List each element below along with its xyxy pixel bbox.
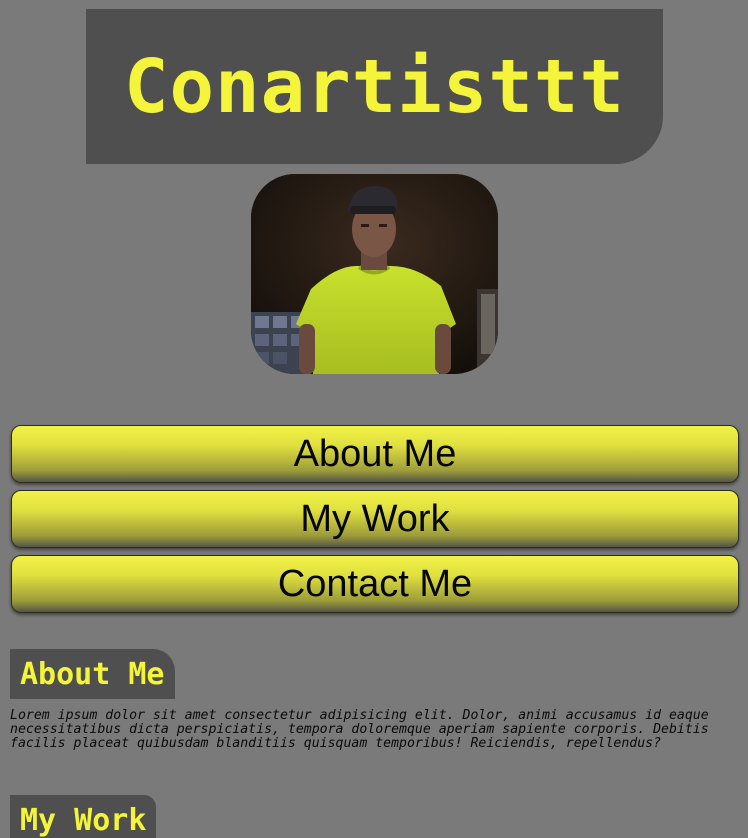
my-work-heading: My Work	[10, 795, 156, 838]
about-me-button[interactable]: About Me	[11, 425, 739, 483]
site-title: Conartisttt	[123, 43, 626, 130]
about-me-heading: About Me	[10, 649, 175, 699]
profile-photo-image	[251, 174, 498, 374]
my-work-button[interactable]: My Work	[11, 490, 739, 548]
contact-me-button[interactable]: Contact Me	[11, 555, 739, 613]
site-header: Conartisttt	[86, 9, 663, 164]
profile-photo	[251, 174, 498, 374]
about-me-text: Lorem ipsum dolor sit amet consectetur a…	[10, 708, 709, 751]
